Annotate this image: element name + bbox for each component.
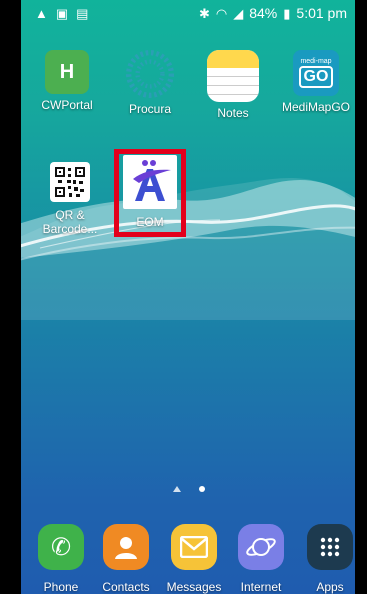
procura-icon (126, 50, 174, 98)
phone-icon: ✆ (50, 533, 72, 561)
planet-icon (246, 538, 276, 556)
dock-label-messages: Messages (166, 580, 222, 594)
dock-label-phone: Phone (43, 580, 79, 594)
notes-icon (207, 50, 259, 102)
app-label: Procura (128, 102, 172, 116)
qr-code-icon (50, 162, 90, 202)
image-icon: ▣ (55, 5, 69, 21)
app-qr-barcode[interactable]: QR & Barcode... (30, 162, 110, 236)
app-medimapgo[interactable]: medi-map GO MediMapGO (276, 50, 356, 114)
app-notes[interactable]: Notes (193, 50, 273, 120)
envelope-icon (180, 536, 208, 558)
app-label: QR & Barcode... (42, 208, 98, 236)
frame-right (355, 0, 367, 594)
dock-label-internet: Internet (240, 580, 282, 594)
page-dot[interactable] (199, 486, 205, 492)
clock-time: 5:01 pm (296, 5, 347, 21)
internet-app-icon[interactable] (238, 524, 284, 570)
app-label: CWPortal (41, 98, 93, 112)
contacts-app-icon[interactable] (103, 524, 149, 570)
wifi-icon: ◠ (215, 5, 228, 21)
signal-icon: ◢ (233, 5, 244, 21)
messages-app-icon[interactable] (171, 524, 217, 570)
frame-left (0, 0, 21, 594)
page-indicator (173, 486, 205, 492)
dock-label-contacts: Contacts (102, 580, 150, 594)
grid-icon (320, 537, 340, 557)
eom-highlight-box (114, 149, 186, 237)
battery-percent: 84% (249, 5, 278, 21)
app-procura[interactable]: Procura (110, 50, 190, 116)
app-label: Notes (217, 106, 249, 120)
medimapgo-icon: medi-map GO (293, 50, 339, 96)
notification-app-icon: ▤ (76, 5, 89, 21)
battery-icon: ▮ (283, 5, 291, 21)
status-bar: ▲ ▣ ▤ ✱ ◠ ◢ 84% ▮ 5:01 pm (21, 0, 355, 26)
phone-app-icon[interactable]: ✆ (38, 524, 84, 570)
bluetooth-icon: ✱ (198, 5, 210, 21)
home-screen: ▲ ▣ ▤ ✱ ◠ ◢ 84% ▮ 5:01 pm H CWPortal Pro… (0, 0, 367, 594)
app-cwportal[interactable]: H CWPortal (27, 50, 107, 112)
contacts-icon (115, 537, 137, 559)
apps-drawer-icon[interactable] (307, 524, 353, 570)
app-label: MediMapGO (281, 100, 351, 114)
home-page-indicator[interactable] (173, 486, 181, 492)
cwportal-icon: H (45, 50, 89, 94)
warning-icon: ▲ (35, 5, 48, 21)
